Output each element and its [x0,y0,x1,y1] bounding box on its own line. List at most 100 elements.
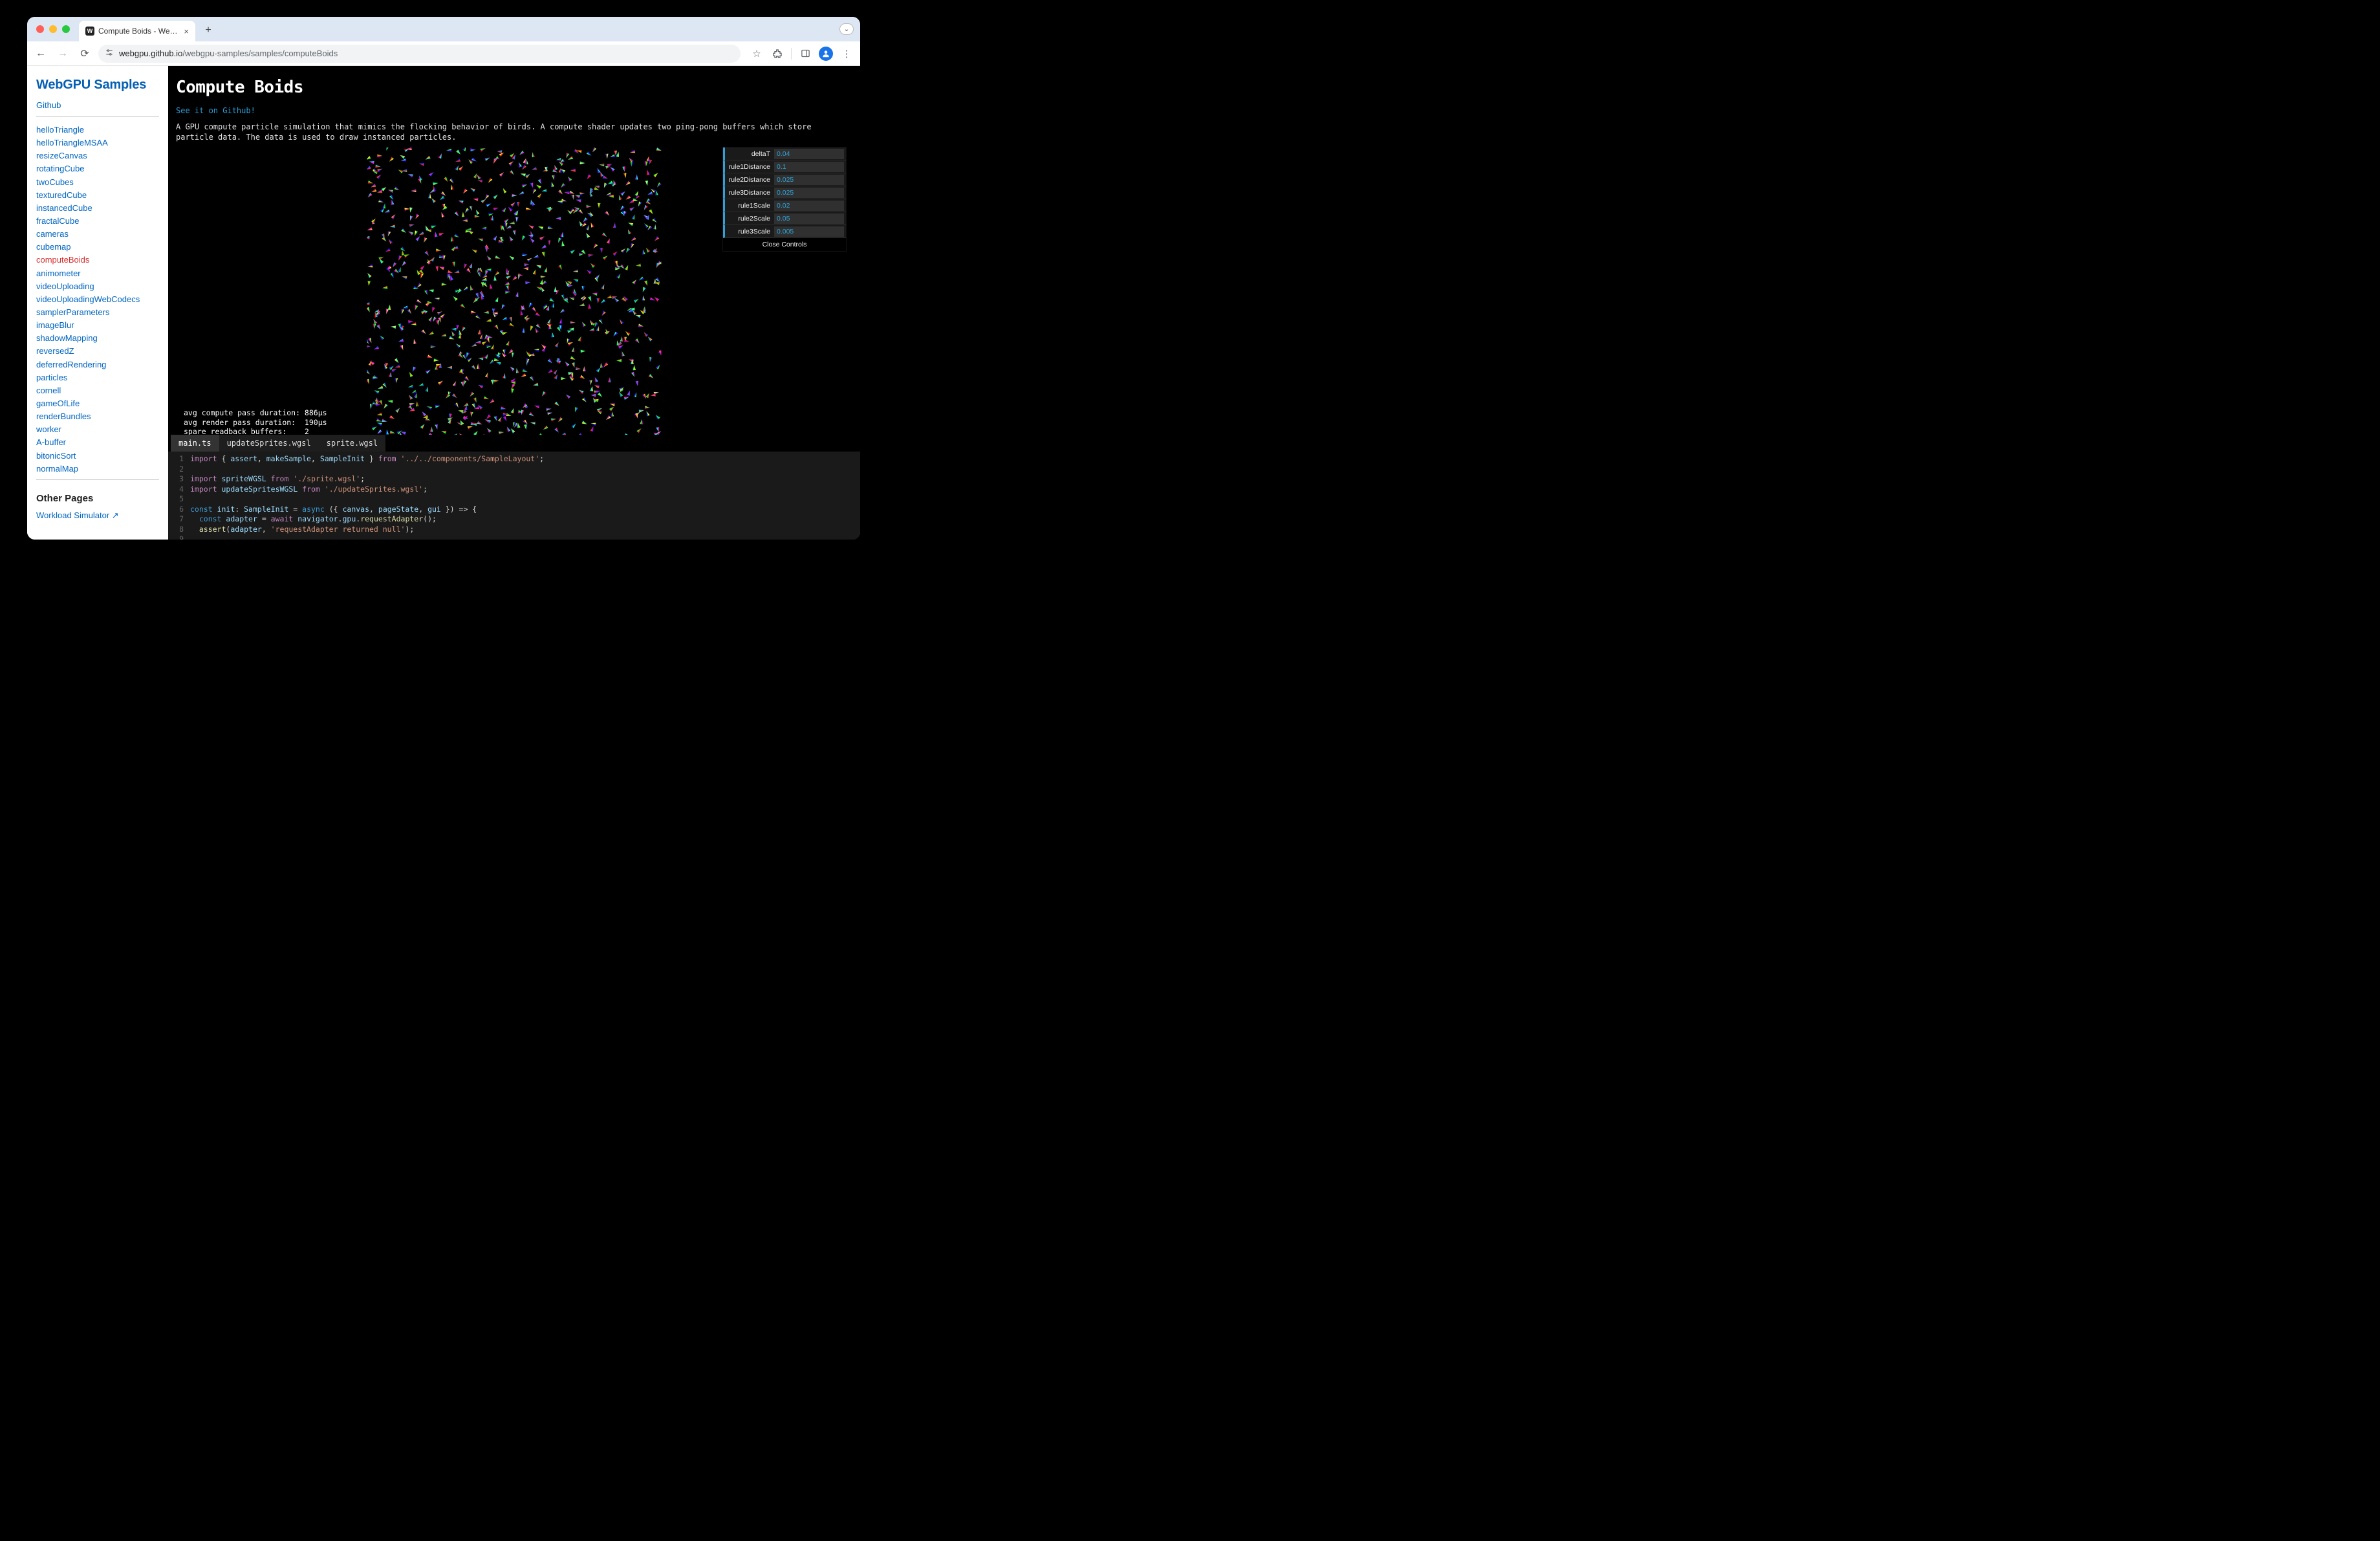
browser-tab[interactable]: W Compute Boids - WebGPU S × [79,21,195,41]
close-window-button[interactable] [36,25,44,33]
tab-overflow-button[interactable]: ⌄ [839,23,854,35]
code-viewer: main.tsupdateSprites.wgslsprite.wgsl 1im… [168,435,860,540]
code-line: 1import { assert, makeSample, SampleInit… [168,454,860,464]
browser-toolbar: ← → ⟳ webgpu.github.io/webgpu-samples/sa… [27,41,860,66]
nav-item-instancedCube[interactable]: instancedCube [36,203,92,213]
demo-area: avg compute pass duration: 886µs avg ren… [176,148,852,439]
code-tab-sprite-wgsl[interactable]: sprite.wgsl [319,435,385,452]
nav-item-shadowMapping[interactable]: shadowMapping [36,333,98,343]
gui-value-input[interactable]: 0.02 [774,201,844,211]
back-button[interactable]: ← [32,45,49,62]
sample-nav-list: helloTriangle helloTriangleMSAA resizeCanv… [36,124,159,475]
controls-panel: deltaT0.04rule1Distance0.1rule2Distance0… [723,148,846,251]
nav-item-helloTriangle[interactable]: helloTriangle [36,125,84,135]
nav-item-imageBlur[interactable]: imageBlur [36,320,74,330]
forward-button[interactable]: → [54,45,71,62]
reload-button[interactable]: ⟳ [76,45,93,62]
line-number: 7 [168,514,188,525]
line-number: 5 [168,494,188,505]
line-number: 1 [168,454,188,464]
bookmark-icon[interactable]: ☆ [748,45,765,62]
gui-row-rule3Scale: rule3Scale0.005 [723,225,846,238]
nav-item-gameOfLife[interactable]: gameOfLife [36,399,80,408]
gui-value-input[interactable]: 0.1 [774,162,844,172]
nav-item-twoCubes[interactable]: twoCubes [36,177,74,187]
nav-item-rotatingCube[interactable]: rotatingCube [36,164,84,173]
page-title: Compute Boids [176,78,852,97]
extensions-icon[interactable] [769,45,786,62]
minimize-window-button[interactable] [49,25,57,33]
favicon-icon: W [85,27,94,36]
gui-value-input[interactable]: 0.05 [774,213,844,224]
gui-value-input[interactable]: 0.005 [774,226,844,237]
profile-button[interactable] [817,45,834,62]
nav-item-texturedCube[interactable]: texturedCube [36,190,87,200]
sidebar: WebGPU Samples Github helloTrianglehello… [27,66,168,540]
other-pages-heading: Other Pages [36,493,159,504]
github-link[interactable]: Github [36,100,159,110]
tab-close-icon[interactable]: × [184,27,189,36]
main-content: Compute Boids See it on Github! A GPU co… [168,66,860,540]
line-number: 3 [168,474,188,485]
window-controls [36,25,70,33]
code-tabs: main.tsupdateSprites.wgslsprite.wgsl [168,435,860,452]
code-line: 7 const adapter = await navigator.gpu.re… [168,514,860,525]
nav-item-videoUploading[interactable]: videoUploading [36,281,94,291]
site-info-icon[interactable] [105,48,114,59]
code-tab-main-ts[interactable]: main.ts [171,435,219,452]
line-number: 9 [168,534,188,540]
nav-item-bitonicSort[interactable]: bitonicSort [36,451,76,461]
nav-item-normalMap[interactable]: normalMap [36,464,78,474]
nav-item-cameras[interactable]: cameras [36,229,69,239]
gui-label: rule3Distance [725,189,774,197]
gui-label: rule1Distance [725,163,774,171]
sidebar-separator-2 [36,479,159,480]
code-line: 2 [168,464,860,475]
gui-row-deltaT: deltaT0.04 [723,148,846,160]
nav-item-A-buffer[interactable]: A-buffer [36,437,66,447]
nav-item-reversedZ[interactable]: reversedZ [36,346,74,356]
nav-item-particles[interactable]: particles [36,373,67,382]
nav-item-helloTriangleMSAA[interactable]: helloTriangleMSAA [36,138,108,148]
new-tab-button[interactable]: + [200,23,216,38]
workload-simulator-link[interactable]: Workload Simulator ↗ [36,510,119,520]
gui-row-rule1Distance: rule1Distance0.1 [723,160,846,173]
gui-value-input[interactable]: 0.04 [774,149,844,159]
gui-value-input[interactable]: 0.025 [774,188,844,198]
code-body[interactable]: 1import { assert, makeSample, SampleInit… [168,452,860,540]
side-panel-icon[interactable] [797,45,814,62]
see-on-github-link[interactable]: See it on Github! [176,106,852,115]
nav-item-animometer[interactable]: animometer [36,268,81,278]
nav-item-cubemap[interactable]: cubemap [36,242,70,252]
code-line: 5 [168,494,860,505]
address-bar[interactable]: webgpu.github.io/webgpu-samples/samples/… [98,45,741,63]
line-number: 4 [168,485,188,495]
maximize-window-button[interactable] [62,25,70,33]
tab-strip: W Compute Boids - WebGPU S × + ⌄ [27,17,860,41]
code-line: 3import spriteWGSL from './sprite.wgsl'; [168,474,860,485]
gui-label: rule3Scale [725,228,774,235]
kebab-menu-icon[interactable]: ⋮ [838,45,855,62]
gui-value-input[interactable]: 0.025 [774,175,844,185]
toolbar-separator [791,48,792,60]
nav-item-deferredRendering[interactable]: deferredRendering [36,360,106,369]
gui-row-rule1Scale: rule1Scale0.02 [723,199,846,212]
nav-item-renderBundles[interactable]: renderBundles [36,411,91,421]
gui-label: rule2Distance [725,176,774,184]
close-controls-button[interactable]: Close Controls [723,238,846,251]
nav-item-cornell[interactable]: cornell [36,386,61,395]
nav-item-videoUploadingWebCodecs[interactable]: videoUploadingWebCodecs [36,294,140,304]
nav-item-resizeCanvas[interactable]: resizeCanvas [36,151,87,160]
nav-item-fractalCube[interactable]: fractalCube [36,216,79,226]
nav-item-samplerParameters[interactable]: samplerParameters [36,307,109,317]
code-tab-updateSprites-wgsl[interactable]: updateSprites.wgsl [219,435,319,452]
line-number: 6 [168,505,188,515]
line-number: 8 [168,525,188,535]
site-title: WebGPU Samples [36,78,159,93]
line-number: 2 [168,464,188,475]
gui-label: deltaT [725,150,774,158]
boids-canvas[interactable] [367,148,662,442]
nav-item-computeBoids[interactable]: computeBoids [36,255,89,265]
gui-row-rule2Scale: rule2Scale0.05 [723,212,846,225]
nav-item-worker[interactable]: worker [36,424,61,434]
